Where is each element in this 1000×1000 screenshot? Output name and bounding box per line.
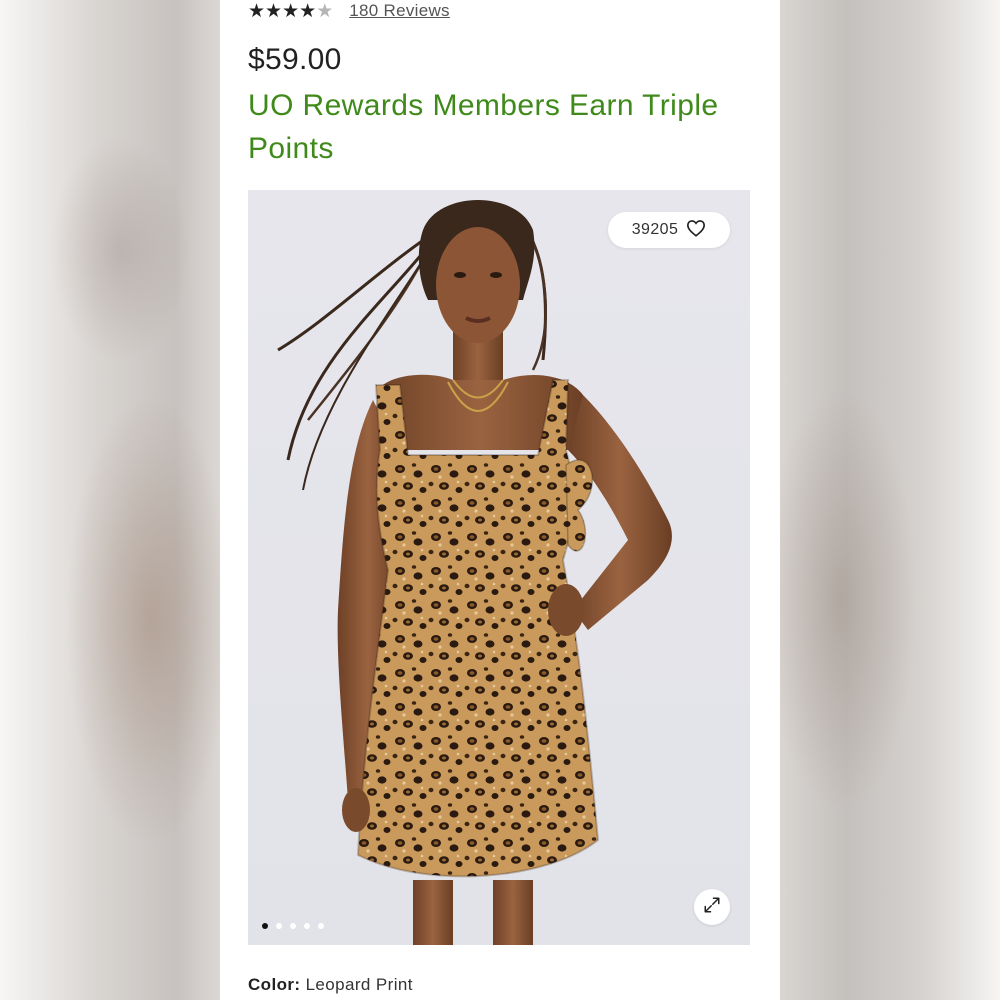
star-icon: ★ [282, 0, 300, 22]
gallery-pagination [262, 923, 324, 929]
heart-icon [686, 219, 706, 242]
star-icon: ★ [248, 0, 266, 22]
like-button[interactable]: 39205 [608, 212, 730, 248]
star-icon: ★ [265, 0, 283, 22]
rating-row: ★ ★ ★ ★ ★ 180 Reviews [248, 0, 450, 26]
pagination-dot-5[interactable] [318, 923, 324, 929]
color-label: Color: [248, 975, 301, 994]
pagination-dot-4[interactable] [304, 923, 310, 929]
pagination-dot-2[interactable] [276, 923, 282, 929]
reviews-link[interactable]: 180 Reviews [349, 1, 450, 21]
product-image-gallery[interactable]: 39205 [248, 190, 750, 945]
pagination-dot-1[interactable] [262, 923, 268, 929]
star-rating: ★ ★ ★ ★ ★ [248, 2, 333, 21]
product-price: $59.00 [248, 43, 342, 76]
pagination-dot-3[interactable] [290, 923, 296, 929]
rewards-message: UO Rewards Members Earn Triple Points [248, 89, 719, 165]
expand-icon [703, 896, 721, 919]
product-photo [248, 190, 750, 945]
color-selector: Color: Leopard Print [248, 975, 413, 995]
like-count: 39205 [631, 221, 679, 238]
background-blur-right [780, 0, 1000, 1000]
background-blur-left [0, 0, 220, 1000]
expand-image-button[interactable] [694, 889, 730, 925]
color-value: Leopard Print [305, 975, 413, 994]
product-panel: ★ ★ ★ ★ ★ 180 Reviews $59.00 UO Rewards … [220, 0, 780, 1000]
star-icon: ★ [299, 0, 317, 22]
star-half-icon: ★ [316, 0, 334, 22]
